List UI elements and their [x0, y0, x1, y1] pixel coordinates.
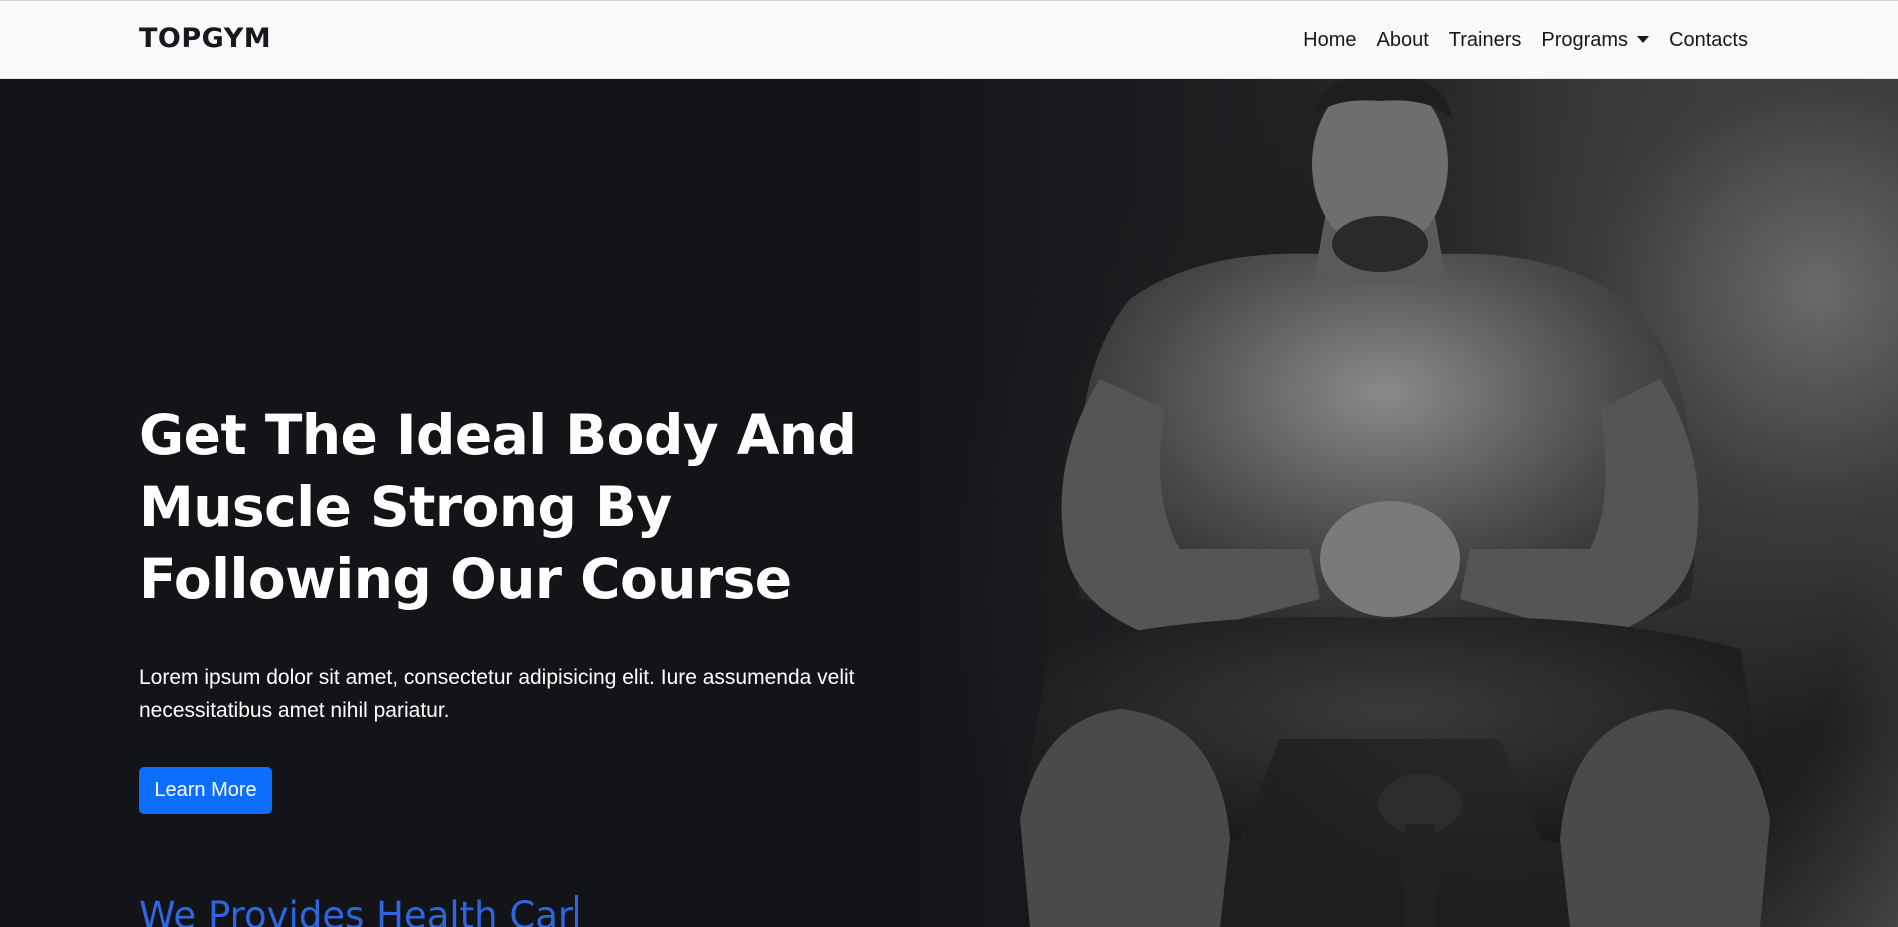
navbar: TOPGYM Home About Trainers Programs Cont… [0, 0, 1898, 79]
nav-link-trainers[interactable]: Trainers [1449, 29, 1522, 52]
nav-link-contacts[interactable]: Contacts [1669, 29, 1748, 52]
nav-link-about[interactable]: About [1376, 29, 1428, 52]
nav-link-home[interactable]: Home [1303, 29, 1356, 52]
nav-link-programs-label: Programs [1541, 29, 1629, 51]
caret-down-icon [1637, 36, 1650, 43]
athlete-illustration [1020, 79, 1770, 927]
typing-cursor [575, 894, 579, 927]
typing-tagline: We Provides Health Car [139, 894, 579, 927]
brand-logo[interactable]: TOPGYM [139, 23, 271, 54]
hero-image [900, 79, 1898, 927]
nav-dropdown-programs[interactable]: Programs [1541, 29, 1650, 52]
nav-links: Home About Trainers Programs Contacts [1303, 29, 1748, 52]
hero-headline: Get The Ideal Body And Muscle Strong By … [139, 403, 857, 611]
typing-text: We Provides Health Car [139, 894, 574, 927]
learn-more-button[interactable]: Learn More [139, 767, 272, 814]
hero-section: Get The Ideal Body And Muscle Strong By … [0, 79, 1898, 927]
hero-lead-text: Lorem ipsum dolor sit amet, consectetur … [139, 666, 855, 722]
